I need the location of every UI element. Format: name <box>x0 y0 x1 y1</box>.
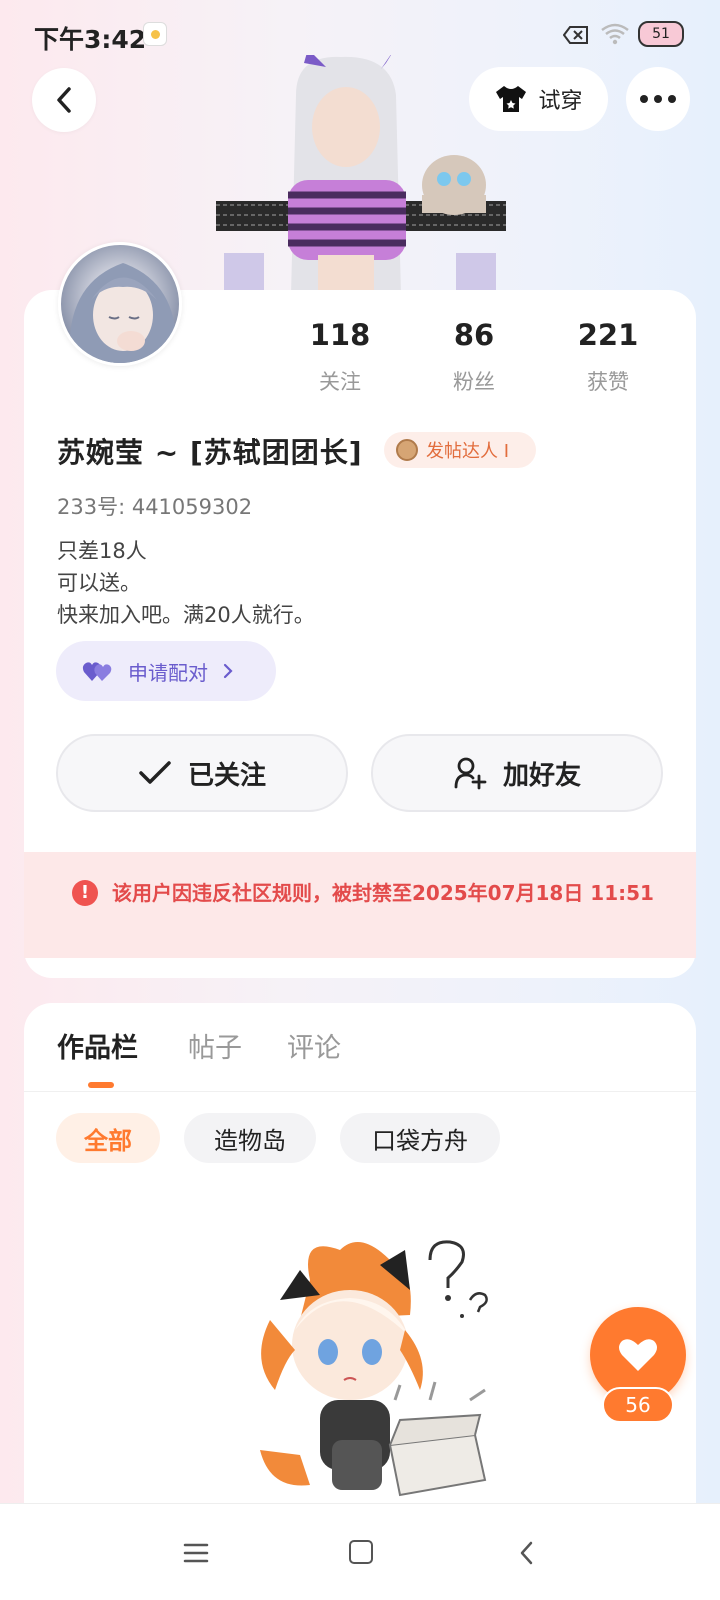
no-sim-icon <box>563 26 588 44</box>
badge-icon <box>396 439 418 461</box>
tabs-divider <box>24 1091 696 1092</box>
user-bio: 只差18人 可以送。 快来加入吧。满20人就行。 <box>57 535 315 631</box>
avatar-figure-image <box>216 55 506 295</box>
empty-state-illustration <box>260 1240 488 1497</box>
stat-followers[interactable]: 86 粉丝 <box>414 318 534 396</box>
check-icon <box>139 761 171 784</box>
ban-notice: ! 该用户因违反社区规则，被封禁至2025年07月18日 11:51 <box>24 852 696 958</box>
battery-icon: 51 <box>638 21 684 47</box>
more-dots-icon <box>640 95 676 103</box>
more-options-button[interactable] <box>626 67 690 131</box>
add-friend-icon <box>454 757 487 790</box>
filter-pocket-ark[interactable]: 口袋方舟 <box>340 1113 500 1163</box>
user-avatar[interactable] <box>58 242 182 366</box>
tab-indicator <box>88 1082 114 1088</box>
request-pair-label: 申请配对 <box>128 660 208 685</box>
warning-icon: ! <box>72 880 98 906</box>
request-pair-button[interactable]: 申请配对 <box>56 641 276 701</box>
system-nav-bar <box>0 1503 720 1600</box>
back-nav-icon[interactable] <box>517 1540 537 1566</box>
tab-comments[interactable]: 评论 <box>287 1026 341 1065</box>
chevron-left-icon <box>57 87 71 113</box>
chevron-right-icon <box>223 663 233 679</box>
bio-line: 只差18人 <box>57 539 147 563</box>
menu-icon[interactable] <box>183 1542 209 1564</box>
bio-line: 快来加入吧。满20人就行。 <box>57 603 315 627</box>
badge-label: 发帖达人 I <box>426 441 510 462</box>
likes-label: 获赞 <box>587 370 629 394</box>
tab-works[interactable]: 作品栏 <box>57 1026 138 1065</box>
back-button[interactable] <box>32 68 96 132</box>
username: 苏婉莹 ~ [苏轼团团长] <box>57 436 363 469</box>
likes-count: 221 <box>577 318 639 352</box>
followers-count: 86 <box>453 318 495 352</box>
following-count: 118 <box>309 318 371 352</box>
double-heart-icon <box>82 662 112 681</box>
followers-label: 粉丝 <box>453 370 495 394</box>
user-id: 233号: 441059302 <box>57 495 253 519</box>
ban-notice-text: 该用户因违反社区规则，被封禁至2025年07月18日 11:51 <box>112 881 654 905</box>
notification-app-icon <box>143 22 167 46</box>
bio-line: 可以送。 <box>57 571 141 595</box>
profile-stats: 118 关注 86 粉丝 221 获赞 <box>290 318 670 398</box>
tab-posts[interactable]: 帖子 <box>188 1026 242 1065</box>
heart-icon <box>619 1339 657 1371</box>
add-friend-button[interactable]: 加好友 <box>371 734 663 812</box>
try-on-button[interactable]: 试穿 <box>469 67 608 131</box>
poster-badge[interactable]: 发帖达人 I <box>384 432 536 468</box>
stat-following[interactable]: 118 关注 <box>280 318 400 396</box>
following-label: 关注 <box>319 370 361 394</box>
add-friend-label: 加好友 <box>502 760 581 791</box>
stat-likes[interactable]: 221 获赞 <box>548 318 668 396</box>
tshirt-icon <box>496 86 527 112</box>
filter-all[interactable]: 全部 <box>56 1113 160 1163</box>
status-time: 下午3:42 <box>34 25 147 54</box>
followed-button[interactable]: 已关注 <box>56 734 348 812</box>
like-count: 56 <box>602 1387 674 1423</box>
try-on-label: 试穿 <box>538 89 583 114</box>
wifi-icon <box>601 23 629 45</box>
home-icon[interactable] <box>349 1540 373 1564</box>
filter-creation-island[interactable]: 造物岛 <box>184 1113 316 1163</box>
followed-label: 已关注 <box>187 760 266 791</box>
